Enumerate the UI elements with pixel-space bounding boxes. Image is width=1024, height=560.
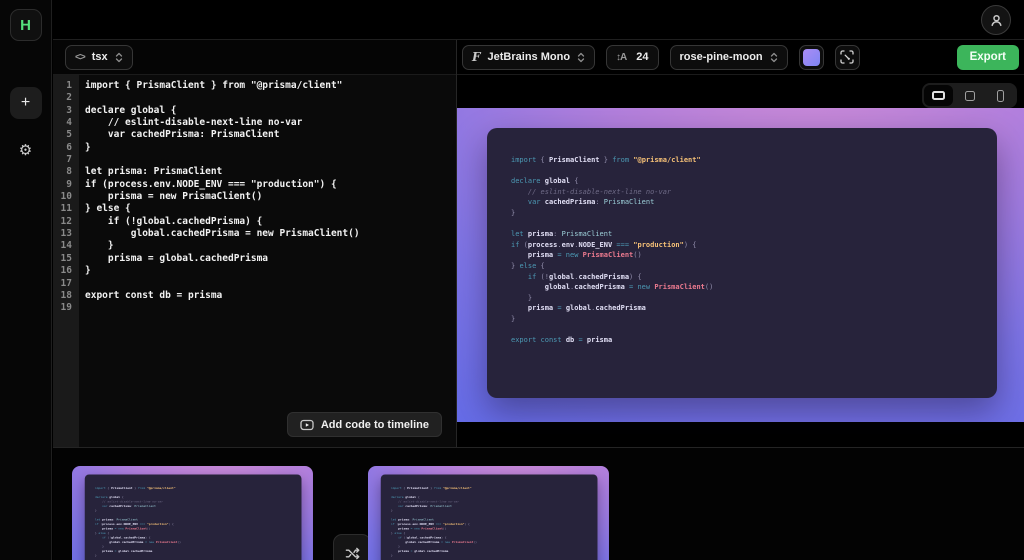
timeline-frame-2[interactable]: import { PrismaClient } from "@prisma/cl… (368, 466, 609, 560)
code-preview-card[interactable]: import { PrismaClient } from "@prisma/cl… (487, 128, 997, 398)
export-button[interactable]: Export (957, 45, 1019, 70)
preview-toolbar: F JetBrains Mono ↕A 24 rose-pine-moon (457, 40, 1024, 75)
person-icon (989, 13, 1004, 28)
frame-1-code: import { PrismaClient } from "@prisma/cl… (85, 475, 302, 560)
frame-2-card: import { PrismaClient } from "@prisma/cl… (381, 475, 598, 560)
frame-1-gradient: import { PrismaClient } from "@prisma/cl… (72, 466, 313, 560)
background-color-picker[interactable] (799, 45, 824, 70)
language-label: tsx (92, 51, 108, 63)
logo-letter: H (20, 17, 31, 34)
shuffle-transition-button[interactable] (333, 534, 371, 560)
font-size-input[interactable]: ↕A 24 (606, 45, 658, 70)
top-bar (53, 0, 1024, 40)
code-input[interactable]: import { PrismaClient } from "@prisma/cl… (79, 75, 456, 447)
add-code-label: Add code to timeline (321, 419, 429, 431)
app-logo[interactable]: H (10, 9, 42, 41)
line-numbers: 1 2 3 4 5 6 7 8 9 10 11 12 13 14 15 16 1… (53, 75, 79, 447)
device-phone-button[interactable] (986, 85, 1015, 106)
preview-panel: F JetBrains Mono ↕A 24 rose-pine-moon (457, 40, 1024, 447)
font-family-select[interactable]: F JetBrains Mono (462, 45, 595, 70)
device-size-toggle (922, 83, 1017, 108)
settings-button[interactable]: ⚙ (19, 141, 32, 159)
gradient-background[interactable]: import { PrismaClient } from "@prisma/cl… (457, 108, 1024, 422)
frame-1-card: import { PrismaClient } from "@prisma/cl… (85, 475, 302, 560)
device-desktop-button[interactable] (924, 85, 953, 106)
preview-canvas: import { PrismaClient } from "@prisma/cl… (457, 75, 1024, 447)
frame-settings-button[interactable] (835, 45, 860, 70)
chevron-up-down-icon (115, 52, 123, 63)
font-size-value: 24 (636, 51, 648, 63)
theme-value: rose-pine-moon (680, 51, 763, 63)
focus-frame-icon (840, 50, 854, 64)
add-code-to-timeline-button[interactable]: Add code to timeline (287, 412, 442, 437)
highlighted-code: import { PrismaClient } from "@prisma/cl… (487, 128, 997, 346)
timeline-frame-1[interactable]: import { PrismaClient } from "@prisma/cl… (72, 466, 313, 560)
editor-body: 1 2 3 4 5 6 7 8 9 10 11 12 13 14 15 16 1… (53, 75, 456, 447)
chevron-up-down-icon (577, 52, 585, 63)
color-swatch (803, 49, 820, 66)
gear-icon: ⚙ (19, 142, 32, 159)
frame-2-code: import { PrismaClient } from "@prisma/cl… (381, 475, 598, 560)
desktop-icon (932, 91, 945, 100)
main-area: <> tsx 1 2 3 4 5 6 7 8 9 10 11 12 13 14 … (53, 0, 1024, 560)
code-brackets-icon: <> (75, 52, 85, 63)
phone-icon (997, 90, 1004, 102)
shuffle-icon (345, 546, 360, 560)
new-project-button[interactable]: + (10, 87, 42, 119)
theme-select[interactable]: rose-pine-moon (670, 45, 788, 70)
font-family-value: JetBrains Mono (488, 51, 571, 63)
font-icon: F (472, 50, 481, 64)
app-window: H + ⚙ <> tsx (0, 0, 1024, 560)
device-tablet-button[interactable] (955, 85, 984, 106)
text-size-icon: ↕A (616, 52, 626, 63)
account-button[interactable] (981, 5, 1011, 35)
editor-toolbar: <> tsx (53, 40, 456, 75)
code-editor-panel: <> tsx 1 2 3 4 5 6 7 8 9 10 11 12 13 14 … (53, 40, 457, 447)
plus-icon: + (21, 94, 30, 112)
chevron-up-down-icon (770, 52, 778, 63)
language-select[interactable]: <> tsx (65, 45, 133, 70)
tablet-icon (965, 91, 975, 101)
frame-2-gradient: import { PrismaClient } from "@prisma/cl… (368, 466, 609, 560)
content-row: <> tsx 1 2 3 4 5 6 7 8 9 10 11 12 13 14 … (53, 40, 1024, 447)
left-rail: H + ⚙ (0, 0, 52, 560)
video-play-icon (300, 419, 314, 431)
timeline: import { PrismaClient } from "@prisma/cl… (53, 447, 1024, 560)
